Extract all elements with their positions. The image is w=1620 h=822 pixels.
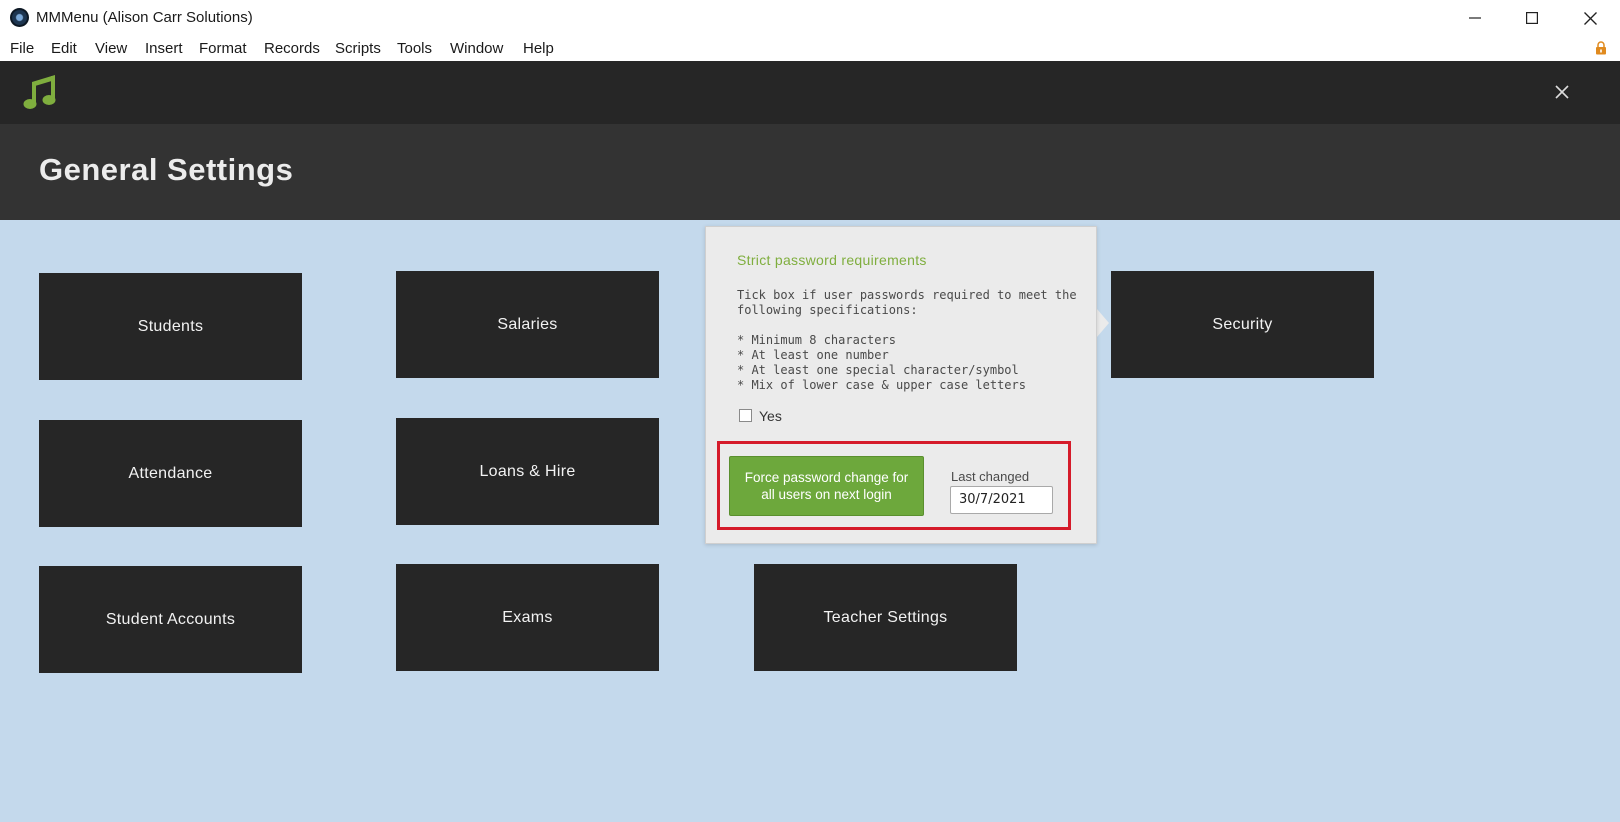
window-title: MMMenu (Alison Carr Solutions) xyxy=(36,9,253,26)
minimize-button[interactable] xyxy=(1446,0,1504,36)
menu-file[interactable]: File xyxy=(10,40,34,57)
menu-bar: File Edit View Insert Format Records Scr… xyxy=(0,36,1620,61)
password-popover: Strict password requirements Tick box if… xyxy=(705,226,1097,544)
close-icon xyxy=(1583,11,1597,25)
music-note-icon xyxy=(23,75,56,109)
strict-password-checkbox[interactable] xyxy=(739,409,752,422)
teacher-settings-button[interactable]: Teacher Settings xyxy=(754,564,1017,671)
requirements-list: * Minimum 8 characters * At least one nu… xyxy=(737,333,1026,392)
menu-window[interactable]: Window xyxy=(450,40,503,57)
app-header xyxy=(0,61,1620,124)
close-icon xyxy=(1555,85,1569,99)
title-bar: MMMenu (Alison Carr Solutions) xyxy=(0,0,1620,36)
minimize-icon xyxy=(1469,17,1481,19)
security-button[interactable]: Security xyxy=(1111,271,1374,378)
last-changed-label: Last changed xyxy=(951,469,1030,484)
exams-button[interactable]: Exams xyxy=(396,564,659,671)
app-icon xyxy=(10,8,29,27)
attendance-button[interactable]: Attendance xyxy=(39,420,302,527)
loans-hire-button[interactable]: Loans & Hire xyxy=(396,418,659,525)
menu-edit[interactable]: Edit xyxy=(51,40,77,57)
close-layout-button[interactable] xyxy=(1550,80,1574,104)
student-accounts-button[interactable]: Student Accounts xyxy=(39,566,302,673)
menu-scripts[interactable]: Scripts xyxy=(335,40,381,57)
checkbox-label: Yes xyxy=(759,408,782,424)
students-button[interactable]: Students xyxy=(39,273,302,380)
menu-insert[interactable]: Insert xyxy=(145,40,183,57)
page-title: General Settings xyxy=(39,152,294,187)
popover-pointer xyxy=(1097,309,1109,337)
popover-description: Tick box if user passwords required to m… xyxy=(737,288,1077,317)
menu-view[interactable]: View xyxy=(95,40,127,57)
close-window-button[interactable] xyxy=(1561,0,1619,36)
lock-icon[interactable] xyxy=(1595,41,1607,55)
menu-help[interactable]: Help xyxy=(523,40,554,57)
menu-format[interactable]: Format xyxy=(199,40,247,57)
maximize-button[interactable] xyxy=(1503,0,1561,36)
maximize-icon xyxy=(1526,12,1538,24)
menu-tools[interactable]: Tools xyxy=(397,40,432,57)
menu-records[interactable]: Records xyxy=(264,40,320,57)
popover-heading: Strict password requirements xyxy=(737,252,927,268)
title-band: General Settings xyxy=(0,124,1620,220)
salaries-button[interactable]: Salaries xyxy=(396,271,659,378)
force-password-change-button[interactable]: Force password change for all users on n… xyxy=(729,456,924,516)
last-changed-field[interactable]: 30/7/2021 xyxy=(950,486,1053,514)
